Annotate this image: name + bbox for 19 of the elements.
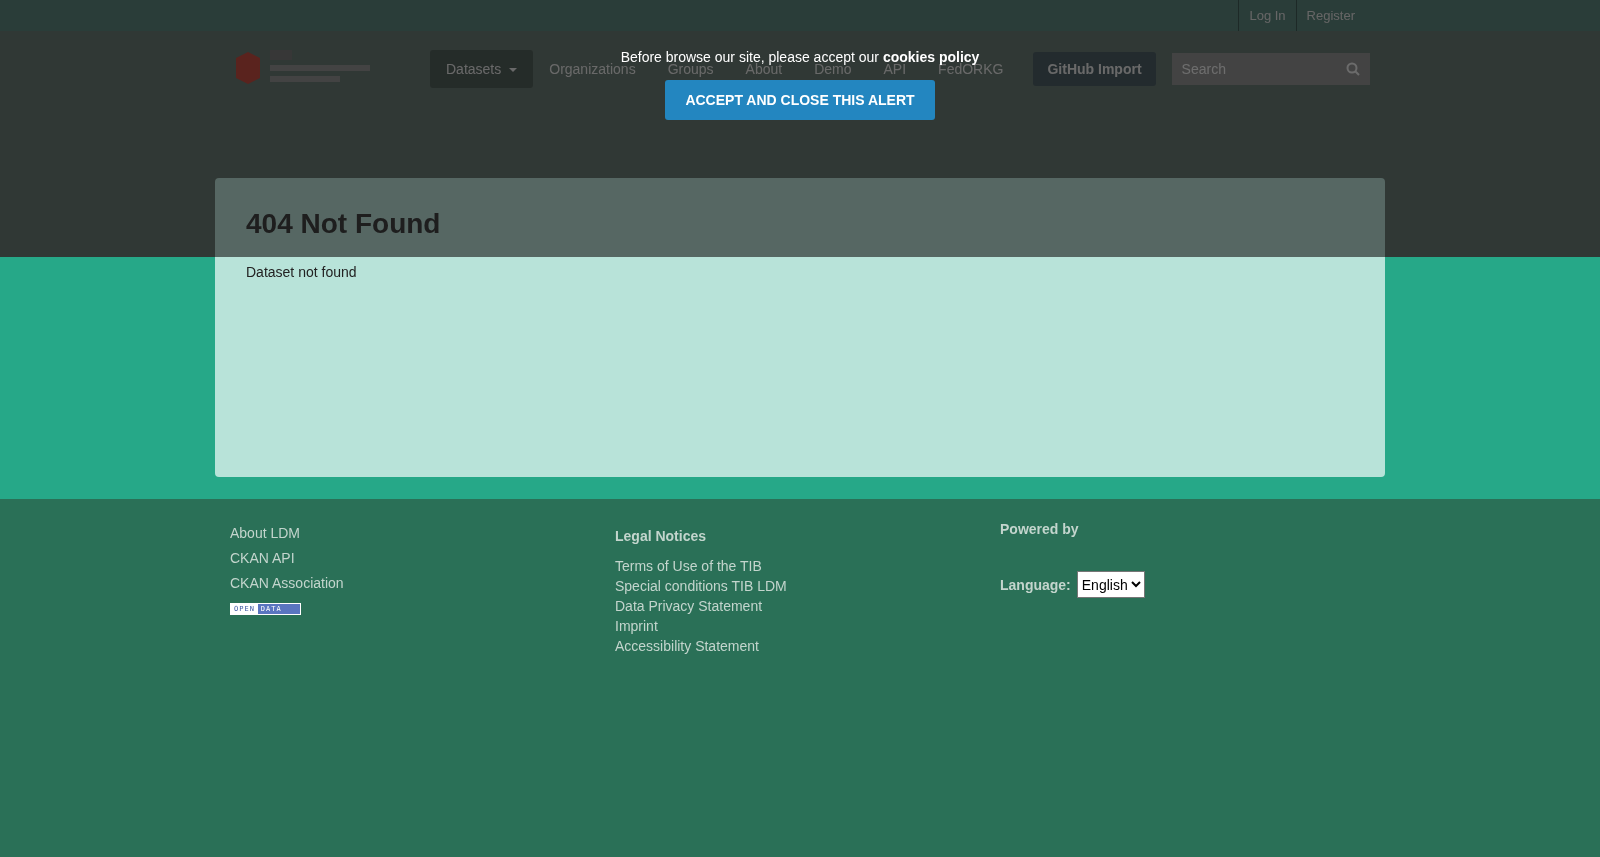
- error-message: Dataset not found: [246, 264, 358, 280]
- page-title: 404 Not Found: [246, 208, 442, 240]
- search-icon[interactable]: [1345, 62, 1360, 76]
- footer-link[interactable]: CKAN API: [230, 546, 295, 571]
- language-label: Language:: [1000, 576, 1071, 593]
- legal-heading: Legal Notices: [615, 528, 707, 544]
- footer-link[interactable]: CKAN Association: [230, 571, 344, 596]
- cookie-message: Before browse our site, please accept our cookies policy: [620, 49, 980, 65]
- footer-link[interactable]: Imprint: [615, 616, 658, 636]
- footer-link[interactable]: About LDM: [230, 521, 301, 546]
- footer-link[interactable]: Terms of Use of the TIB: [615, 556, 762, 576]
- language-select[interactable]: English: [1076, 571, 1145, 598]
- footer-link[interactable]: Accessibility Statement: [615, 636, 759, 656]
- github-import-button[interactable]: GitHub Import: [1033, 52, 1156, 86]
- powered-by-label: Powered by: [1000, 521, 1079, 537]
- footer-link[interactable]: Special conditions TIB LDM: [615, 576, 787, 596]
- nav-tab[interactable]: Datasets: [430, 50, 534, 88]
- accept-button[interactable]: ACCEPT AND CLOSE THIS ALERT: [665, 80, 935, 120]
- footer-link[interactable]: Data Privacy Statement: [615, 596, 763, 616]
